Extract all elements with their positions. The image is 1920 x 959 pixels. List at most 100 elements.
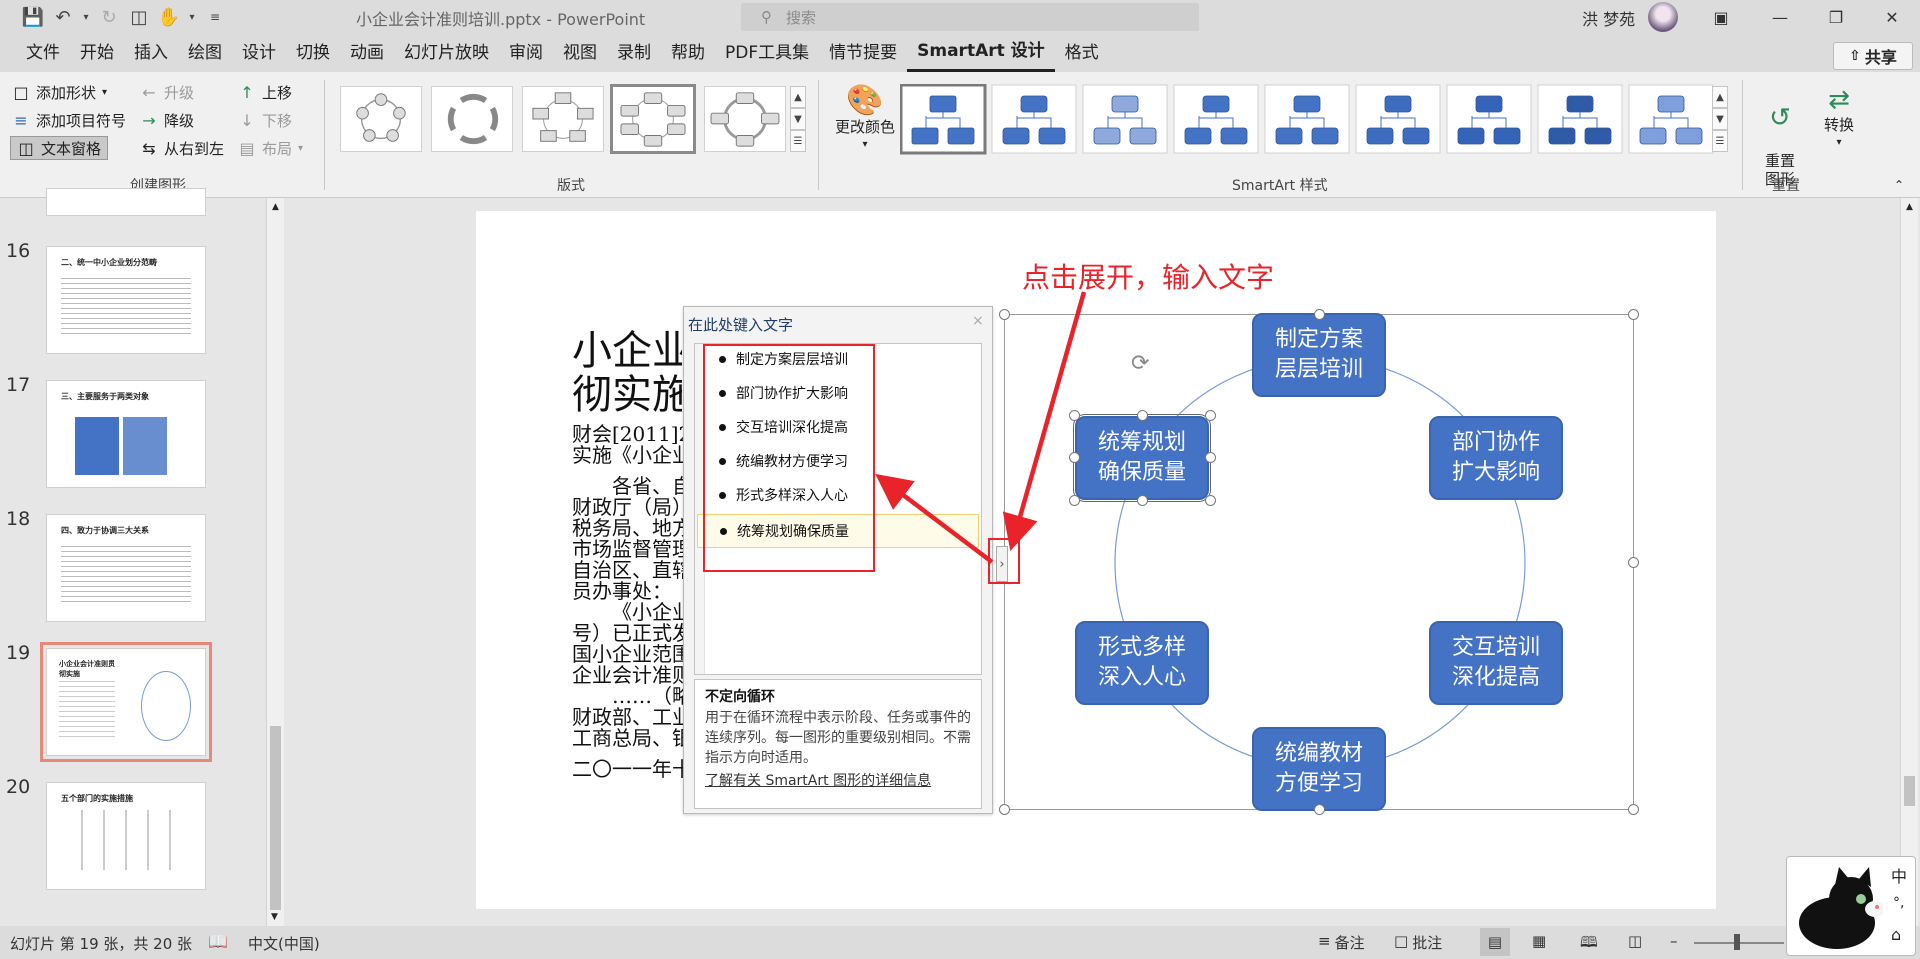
smartart-node-3[interactable]: 交互培训 深化提高 [1429,621,1563,705]
frame-handle[interactable] [1628,557,1639,568]
ime-mode-icon[interactable]: 中 [1891,863,1907,887]
move-up-button[interactable]: ↑ 上移 [238,80,292,104]
comments-button[interactable]: □ 批注 [1394,932,1442,953]
zoom-slider-thumb[interactable] [1734,934,1740,950]
smartart-node-1[interactable]: 制定方案 层层培训 [1252,313,1386,397]
style-scroll-down-icon[interactable]: ▼ [1712,108,1728,130]
smartart-style-option[interactable] [991,84,1077,154]
promote-button[interactable]: ← 升级 [140,80,194,104]
resize-handle[interactable] [1137,410,1148,421]
redo-icon[interactable]: ↻ [96,5,122,29]
convert-button[interactable]: ⇄ 转换 ▾ [1814,84,1864,152]
scroll-down-icon[interactable]: ▼ [271,912,278,922]
add-bullet-button[interactable]: ≡ 添加项目符号 [12,108,126,132]
demote-button[interactable]: → 降级 [140,108,194,132]
scroll-up-icon[interactable]: ▲ [1901,202,1918,212]
slide-thumbnail-partial[interactable] [46,188,206,216]
smartart-node-6[interactable]: 统筹规划 确保质量 [1073,414,1211,502]
gallery-scroll-up-icon[interactable]: ▲ [790,86,806,108]
tab-record[interactable]: 录制 [607,34,661,72]
text-pane-list[interactable]: 制定方案层层培训 部门协作扩大影响 交互培训深化提高 统编教材方便学习 形式多样… [694,343,982,675]
smartart-style-option[interactable] [899,83,987,155]
editor-scrollbar[interactable]: ▲ [1900,198,1918,926]
undo-dropdown-icon[interactable]: ▾ [80,5,92,29]
frame-handle[interactable] [1628,309,1639,320]
style-scroll-up-icon[interactable]: ▲ [1712,86,1728,108]
tab-insert[interactable]: 插入 [124,34,178,72]
scroll-thumb[interactable] [270,726,281,910]
right-to-left-button[interactable]: ⇆ 从右到左 [140,136,224,160]
search-box[interactable]: ⚲ 搜索 [741,3,1199,31]
spellcheck-icon[interactable]: 📖 [208,932,228,951]
scroll-up-icon[interactable]: ▲ [267,202,284,212]
normal-view-icon[interactable]: ▤ [1480,928,1510,956]
language-indicator[interactable]: 中文(中国) [248,933,320,954]
collapse-ribbon-icon[interactable]: ⌃ [1894,178,1904,192]
slide-thumbnail-16[interactable]: 二、统一中小企业划分范畴 [46,246,206,354]
touch-dropdown-icon[interactable]: ▾ [186,5,198,29]
layout-option-nondirectional-cycle[interactable] [610,84,696,154]
tab-help[interactable]: 帮助 [661,34,715,72]
tab-transitions[interactable]: 切换 [286,34,340,72]
tab-pdf-tools[interactable]: PDF工具集 [715,34,819,72]
layout-option-continuous-cycle[interactable] [704,86,786,152]
ime-punctuation-icon[interactable]: °, [1893,895,1904,911]
gallery-expand-icon[interactable]: ☰ [790,130,806,152]
smartart-node-4[interactable]: 统编教材 方便学习 [1252,727,1386,811]
resize-handle[interactable] [1069,495,1080,506]
customize-toolbar-icon[interactable]: ≡ [202,5,228,29]
tab-storyboard[interactable]: 情节提要 [819,34,907,72]
add-shape-button[interactable]: □ 添加形状 ▾ [12,80,107,104]
slide-thumbnail-19[interactable]: 小企业会计准则贯彻实施 [40,642,212,762]
undo-icon[interactable]: ↶ [50,5,76,29]
ribbon-display-icon[interactable]: ▣ [1693,0,1749,34]
layout-option-block-cycle[interactable] [522,86,604,152]
close-icon[interactable]: ✕ [1864,0,1920,34]
tab-file[interactable]: 文件 [16,34,70,72]
smartart-node-2[interactable]: 部门协作 扩大影响 [1429,416,1563,500]
slide-thumbnail-18[interactable]: 四、致力于协调三大关系 [46,514,206,622]
save-icon[interactable]: 💾 [20,5,46,29]
tab-animations[interactable]: 动画 [340,34,394,72]
smartart-frame[interactable]: 制定方案 层层培训 部门协作 扩大影响 交互培训 深化提高 统编教材 方便学习 … [999,309,1639,815]
rotate-handle-icon[interactable]: ⟳ [1131,351,1149,376]
reading-view-icon[interactable]: 🕮 [1580,932,1598,957]
slide-sorter-icon[interactable]: ▦ [1532,932,1546,950]
touch-mode-icon[interactable]: ✋ [156,5,182,29]
minimize-icon[interactable]: — [1752,0,1808,34]
tab-design[interactable]: 设计 [232,34,286,72]
smartart-style-option[interactable] [1446,84,1532,154]
frame-handle[interactable] [999,804,1010,815]
scroll-thumb[interactable] [1904,776,1915,806]
tab-smartart-design[interactable]: SmartArt 设计 [907,34,1055,72]
smartart-style-option[interactable] [1264,84,1350,154]
notes-button[interactable]: ≡ 备注 [1318,932,1365,953]
tab-format[interactable]: 格式 [1055,34,1109,72]
frame-handle[interactable] [1628,804,1639,815]
resize-handle[interactable] [1205,452,1216,463]
share-button[interactable]: ⇧ 共享 [1833,42,1913,70]
slide-counter[interactable]: 幻灯片 第 19 张，共 20 张 [10,933,192,954]
change-colors-button[interactable]: 🎨 更改颜色 ▾ [832,84,898,154]
gallery-scroll-down-icon[interactable]: ▼ [790,108,806,130]
frame-handle[interactable] [999,309,1010,320]
resize-handle[interactable] [1069,452,1080,463]
thumbnail-scrollbar[interactable]: ▲ ▼ [266,198,284,926]
layout-option-basic-cycle[interactable] [340,86,422,152]
tab-slideshow[interactable]: 幻灯片放映 [394,34,499,72]
tab-draw[interactable]: 绘图 [178,34,232,72]
layout-option-text-cycle[interactable] [431,86,513,152]
smartart-style-option[interactable] [1355,84,1441,154]
smartart-style-option[interactable] [1173,84,1259,154]
style-expand-icon[interactable]: ☰ [1712,130,1728,152]
smartart-node-5[interactable]: 形式多样 深入人心 [1075,621,1209,705]
zoom-out-icon[interactable]: – [1670,932,1678,950]
slide-thumbnail-20[interactable]: 五个部门的实施措施 [46,782,206,890]
restore-icon[interactable]: ❐ [1808,0,1864,34]
slide-canvas[interactable]: 小企业 彻实施 财会[2011]2 实施《小企业 各省、自 财政厅（局） 税务局… [476,211,1716,909]
text-pane-button[interactable]: ◫ 文本窗格 [10,136,109,160]
ime-toolbar[interactable]: 中 °, ⌂ [1786,856,1916,956]
layout-button[interactable]: ▤ 布局 ▾ [238,136,303,160]
slide-thumbnail-17[interactable]: 三、主要服务于两类对象 [46,380,206,488]
tab-view[interactable]: 视图 [553,34,607,72]
